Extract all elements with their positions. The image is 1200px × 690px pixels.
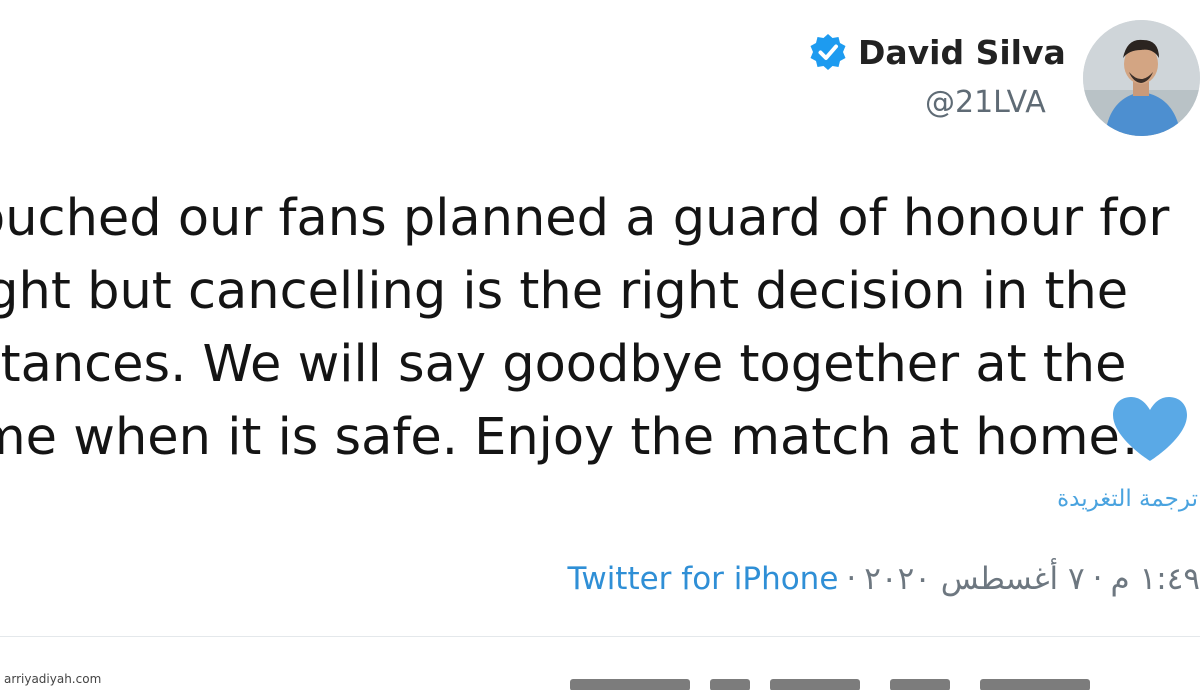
avatar[interactable] bbox=[1083, 20, 1200, 136]
avatar-photo bbox=[1083, 20, 1200, 136]
meta-separator: · bbox=[1092, 561, 1103, 597]
tweet-text-line: ight but cancelling is the right decisio… bbox=[0, 262, 1129, 321]
tweet-time[interactable]: ١:٤٩ م bbox=[1111, 561, 1200, 597]
tweet-text: ouched our fans planned a guard of honou… bbox=[0, 182, 1200, 474]
author-handle[interactable]: @21LVA bbox=[925, 82, 1046, 124]
blue-heart-icon bbox=[1113, 397, 1187, 461]
tweet-text-line: ouched our fans planned a guard of honou… bbox=[0, 189, 1170, 248]
tweet-text-line: me when it is safe. Enjoy the match at h… bbox=[0, 408, 1141, 467]
next-tweet-preview bbox=[560, 671, 1160, 690]
tweet-source-link[interactable]: Twitter for iPhone bbox=[568, 561, 839, 597]
meta-separator: · bbox=[846, 561, 857, 597]
verified-badge-icon bbox=[810, 34, 846, 70]
tweet-metadata: ١:٤٩ م·٧ أغسطس ٢٠٢٠·Twitter for iPhone bbox=[568, 558, 1200, 600]
tweet-text-line: stances. We will say goodbye together at… bbox=[0, 335, 1127, 394]
tweet-date[interactable]: ٧ أغسطس ٢٠٢٠ bbox=[864, 561, 1084, 597]
site-watermark: arriyadiyah.com bbox=[4, 672, 102, 686]
divider bbox=[0, 636, 1200, 637]
translate-tweet-link[interactable]: ترجمة التغريدة bbox=[1057, 482, 1198, 516]
author-display-name[interactable]: David Silva bbox=[858, 30, 1066, 76]
